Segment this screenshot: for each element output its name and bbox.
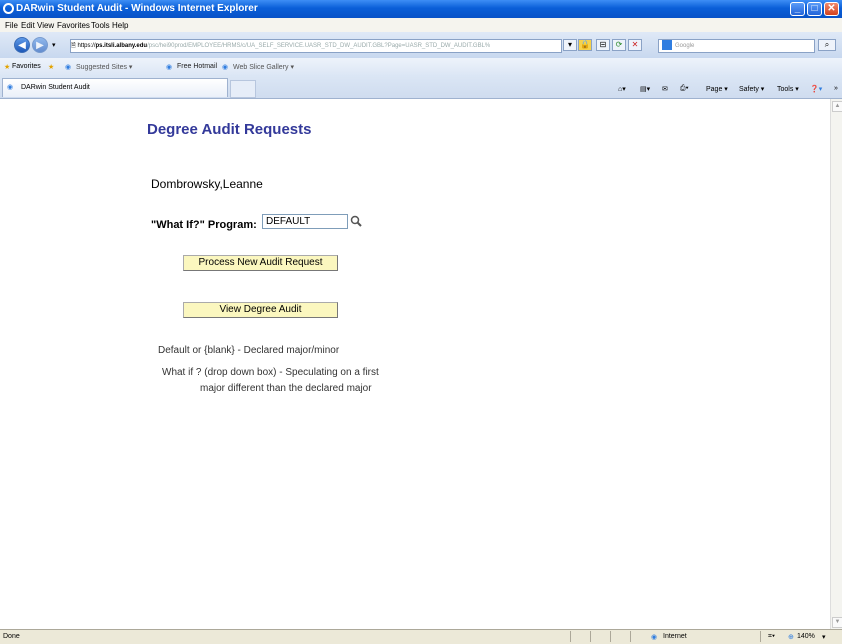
window-title: DARwin Student Audit - Windows Internet … bbox=[16, 3, 258, 14]
hotmail-icon: ◉ bbox=[166, 64, 173, 71]
favorites-star-icon[interactable]: ★ bbox=[4, 63, 10, 71]
tab-row: ◉ DARwin Student Audit ⌂▾ ▤▾ ✉ ⎙▾ Page ▾… bbox=[0, 76, 842, 99]
browser-window: DARwin Student Audit - Windows Internet … bbox=[0, 0, 842, 644]
scroll-up-arrow-icon[interactable]: ▲ bbox=[832, 101, 842, 112]
print-icon[interactable]: ⎙▾ bbox=[680, 85, 689, 93]
add-favorite-icon[interactable]: ★ bbox=[48, 63, 54, 71]
page-content: Degree Audit Requests Dombrowsky,Leanne … bbox=[0, 99, 830, 629]
stop-icon[interactable]: ✕ bbox=[628, 39, 642, 51]
google-icon bbox=[662, 40, 672, 51]
mail-icon[interactable]: ✉ bbox=[662, 85, 668, 93]
minimize-button[interactable]: _ bbox=[790, 2, 805, 16]
menu-edit[interactable]: Edit bbox=[21, 21, 35, 30]
process-new-audit-request-button[interactable]: Process New Audit Request bbox=[183, 255, 338, 271]
history-dropdown-icon[interactable]: ▾ bbox=[52, 41, 56, 49]
favorites-bar: ★ Favorites ★ ◉ Suggested Sites ▾ ◉ Free… bbox=[0, 58, 842, 76]
security-zone: Internet bbox=[663, 633, 687, 640]
status-text: Done bbox=[3, 633, 20, 640]
internet-zone-icon: ◉ bbox=[651, 634, 658, 641]
refresh-icon[interactable]: ⟳ bbox=[612, 39, 626, 51]
home-icon[interactable]: ⌂▾ bbox=[618, 85, 626, 93]
title-bar: DARwin Student Audit - Windows Internet … bbox=[0, 0, 842, 18]
protected-mode-icon[interactable]: ⌗▾ bbox=[768, 633, 775, 641]
address-row: ◀ ▶ ▾ 🗎 https://ps.itsli.albany.edu/psc/… bbox=[0, 32, 842, 58]
suggested-sites-icon: ◉ bbox=[65, 64, 72, 71]
menu-tools[interactable]: Tools bbox=[91, 21, 110, 30]
chevron-more-icon[interactable]: » bbox=[834, 85, 838, 92]
note-default: Default or {blank} - Declared major/mino… bbox=[158, 345, 340, 356]
view-degree-audit-button[interactable]: View Degree Audit bbox=[183, 302, 338, 318]
search-placeholder: Google bbox=[675, 43, 695, 49]
page-icon: 🗎 bbox=[71, 43, 76, 49]
maximize-button[interactable]: □ bbox=[807, 2, 822, 16]
back-button[interactable]: ◀ bbox=[14, 37, 30, 53]
search-button[interactable]: ⌕ bbox=[818, 39, 836, 51]
new-tab-button[interactable] bbox=[230, 80, 256, 98]
zoom-dropdown-icon[interactable]: ▾ bbox=[822, 633, 826, 641]
note-what-if-line1: What if ? (drop down box) - Speculating … bbox=[162, 367, 379, 378]
vertical-scrollbar[interactable]: ▲ ▼ bbox=[830, 99, 842, 629]
lock-icon[interactable]: 🔒 bbox=[578, 39, 592, 51]
favorites-button[interactable]: Favorites bbox=[12, 63, 41, 70]
web-slice-icon: ◉ bbox=[222, 64, 229, 71]
compatibility-icon[interactable]: ⊟ bbox=[596, 39, 610, 51]
lookup-magnifier-icon[interactable] bbox=[350, 215, 362, 227]
status-bar: Done ◉ Internet ⌗▾ ⊕ 140% ▾ bbox=[0, 629, 842, 644]
tab-page-icon: ◉ bbox=[7, 84, 14, 91]
web-slice-gallery-link[interactable]: Web Slice Gallery ▾ bbox=[233, 63, 294, 71]
what-if-program-input[interactable] bbox=[262, 214, 348, 229]
tab-darwin-student-audit[interactable]: ◉ DARwin Student Audit bbox=[2, 78, 228, 97]
menu-file[interactable]: File bbox=[5, 21, 18, 30]
feeds-icon[interactable]: ▤▾ bbox=[640, 85, 650, 93]
forward-button[interactable]: ▶ bbox=[32, 37, 48, 53]
address-bar[interactable]: 🗎 https://ps.itsli.albany.edu/psc/hei90p… bbox=[70, 39, 562, 53]
menu-help[interactable]: Help bbox=[112, 21, 128, 30]
address-scheme: https:// bbox=[77, 43, 96, 49]
address-dropdown-icon[interactable]: ▾ bbox=[563, 39, 577, 51]
menu-favorites[interactable]: Favorites bbox=[57, 21, 90, 30]
tab-label: DARwin Student Audit bbox=[21, 84, 90, 91]
menu-view[interactable]: View bbox=[37, 21, 54, 30]
suggested-sites-link[interactable]: Suggested Sites ▾ bbox=[76, 63, 132, 71]
zoom-icon: ⊕ bbox=[788, 634, 794, 641]
ie-logo-icon bbox=[3, 3, 14, 14]
menu-bar: File Edit View Favorites Tools Help bbox=[0, 18, 842, 32]
page-menu[interactable]: Page ▾ bbox=[706, 85, 728, 93]
close-button[interactable]: ✕ bbox=[824, 2, 839, 16]
search-input[interactable]: Google bbox=[658, 39, 815, 53]
address-host: ps.itsli.albany.edu bbox=[95, 43, 148, 49]
page-title: Degree Audit Requests bbox=[147, 121, 312, 138]
student-name: Dombrowsky,Leanne bbox=[151, 177, 263, 191]
tools-menu[interactable]: Tools ▾ bbox=[777, 85, 799, 93]
zoom-level[interactable]: 140% bbox=[797, 633, 815, 640]
scroll-down-arrow-icon[interactable]: ▼ bbox=[832, 617, 842, 628]
safety-menu[interactable]: Safety ▾ bbox=[739, 85, 764, 93]
what-if-program-label: "What If?" Program: bbox=[151, 219, 257, 231]
address-path: /psc/hei90prod/EMPLOYEE/HRMS/c/UA_SELF_S… bbox=[147, 43, 491, 49]
free-hotmail-link[interactable]: Free Hotmail bbox=[177, 63, 217, 70]
help-icon[interactable]: ❓▾ bbox=[810, 85, 822, 93]
note-what-if-line2: major different than the declared major bbox=[200, 383, 372, 394]
